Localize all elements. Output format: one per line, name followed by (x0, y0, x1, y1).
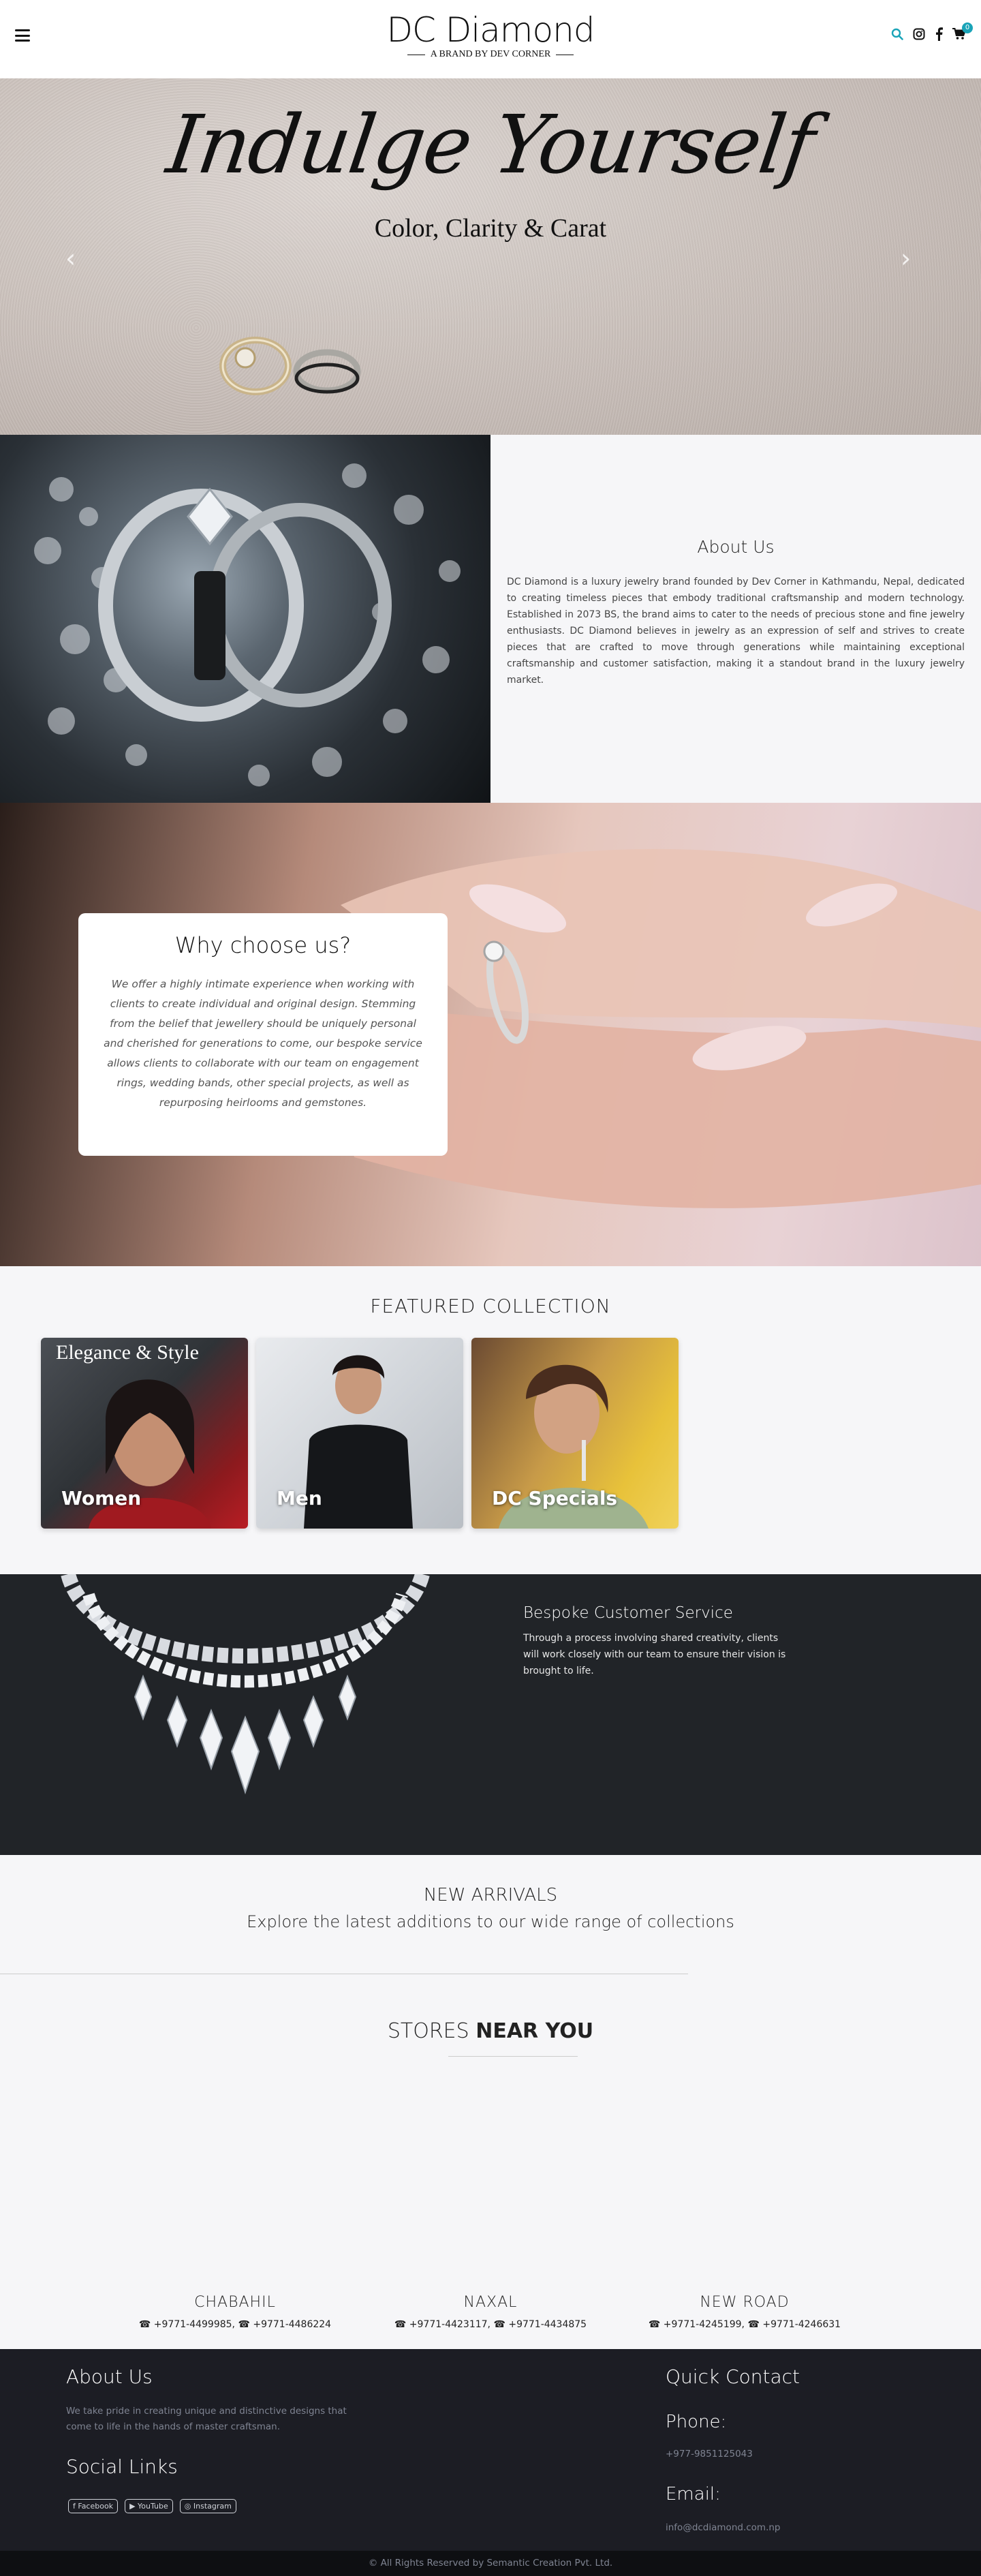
phone-icon: ☎ (394, 2319, 409, 2330)
facebook-link[interactable]: f Facebook (68, 2499, 119, 2513)
header-icons: 0 (891, 22, 973, 41)
about-title: About Us (697, 537, 775, 557)
search-icon[interactable] (891, 28, 903, 40)
store-naxal: NAXAL ☎ +9771-4423117, ☎ +9771-4434875 (354, 2294, 627, 2330)
instagram-link[interactable]: ◎ Instagram (179, 2499, 236, 2513)
hero-title: Indulge Yourself (161, 97, 820, 191)
facebook-icon[interactable] (935, 27, 943, 41)
bespoke-section: Bespoke Customer Service Through a proce… (0, 1574, 981, 1855)
collection-label-dc-specials: DC Specials (492, 1487, 618, 1509)
collection-label-men: Men (277, 1487, 322, 1509)
cart-icon[interactable]: 0 (952, 22, 973, 40)
bespoke-title: Bespoke Customer Service (523, 1604, 733, 1622)
logo-tagline: A BRAND BY DEV CORNER (430, 49, 551, 59)
bespoke-body: Through a process involving shared creat… (523, 1633, 786, 1676)
footer-about-body: We take pride in creating unique and dis… (66, 2406, 347, 2432)
store-phones[interactable]: ☎ +9771-4423117, ☎ +9771-4434875 (354, 2319, 627, 2330)
carousel-prev-icon[interactable]: ‹ (65, 243, 76, 273)
store-phones[interactable]: ☎ +9771-4499985, ☎ +9771-4486224 (99, 2319, 371, 2330)
footer-quick-contact-title: Quick Contact (666, 2365, 800, 2388)
collection-label-women: Women (61, 1487, 142, 1509)
store-phones[interactable]: ☎ +9771-4245199, ☎ +9771-4246631 (608, 2319, 881, 2330)
footer-email[interactable]: info@dcdiamond.com.np (666, 2522, 780, 2533)
cart-count-badge: 0 (962, 22, 973, 33)
stores-title-plain: STORES (387, 2019, 476, 2043)
phone-icon: ☎ (138, 2319, 154, 2330)
new-arrivals-title: NEW ARRIVALS (423, 1885, 558, 1905)
new-arrivals-subtitle: Explore the latest additions to our wide… (247, 1912, 734, 1931)
about-body: DC Diamond is a luxury jewelry brand fou… (507, 577, 965, 686)
store-chabahil: CHABAHIL ☎ +9771-4499985, ☎ +9771-448622… (99, 2294, 371, 2330)
featured-collection-title: FEATURED COLLECTION (370, 1295, 611, 1317)
hero-subtitle: Color, Clarity & Carat (374, 214, 607, 243)
about-section: About Us DC Diamond is a luxury jewelry … (490, 435, 981, 803)
hamburger-icon[interactable] (15, 29, 30, 42)
diamond-necklace-image (61, 1574, 430, 1795)
divider (448, 2056, 578, 2057)
store-new-road: NEW ROAD ☎ +9771-4245199, ☎ +9771-424663… (608, 2294, 881, 2330)
phone-icon: ☎ (648, 2319, 664, 2330)
footer-social-title: Social Links (66, 2455, 178, 2478)
why-title: Why choose us? (174, 932, 352, 958)
why-choose-us-card: Why choose us? We offer a highly intimat… (78, 913, 448, 1156)
logo-tagline-row: A BRAND BY DEV CORNER (354, 49, 627, 60)
footer-about-title: About Us (66, 2365, 153, 2388)
stores-title-bold: NEAR YOU (476, 2019, 594, 2043)
site-header: DC Diamond A BRAND BY DEV CORNER 0 (0, 0, 981, 78)
copyright: © All Rights Reserved by Semantic Creati… (0, 2551, 981, 2576)
site-footer: About Us We take pride in creating uniqu… (0, 2349, 981, 2551)
social-links: f Facebook ▶ YouTube ◎ Instagram (68, 2499, 236, 2513)
store-name: CHABAHIL (194, 2294, 276, 2311)
why-choose-us-section: Why choose us? We offer a highly intimat… (0, 803, 981, 1266)
stores-title: STORES NEAR YOU (0, 2019, 981, 2043)
why-body: We offer a highly intimate experience wh… (104, 978, 422, 1109)
youtube-icon: ▶ (129, 2502, 138, 2511)
store-name: NAXAL (463, 2294, 518, 2311)
brand-logo[interactable]: DC Diamond A BRAND BY DEV CORNER (354, 11, 627, 60)
hero-carousel: Indulge Yourself Color, Clarity & Carat … (0, 78, 981, 435)
instagram-icon[interactable] (913, 28, 925, 40)
store-name: NEW ROAD (700, 2294, 790, 2311)
rings-image (219, 337, 361, 395)
instagram-icon: ◎ (184, 2502, 193, 2511)
youtube-link[interactable]: ▶ YouTube (125, 2499, 173, 2513)
collection-card-dc-specials[interactable]: DC Specials (471, 1338, 679, 1529)
elegance-style-overlay: Elegance & Style (56, 1341, 199, 1364)
about-image (0, 435, 490, 803)
carousel-next-icon[interactable]: › (901, 243, 911, 273)
footer-phone[interactable]: +977-9851125043 (666, 2449, 753, 2459)
collection-card-women[interactable]: Elegance & Style Women (41, 1338, 248, 1529)
footer-email-title: Email: (666, 2484, 721, 2504)
footer-phone-title: Phone: (666, 2412, 727, 2432)
logo-title: DC Diamond (386, 10, 595, 50)
collection-card-men[interactable]: Men (256, 1338, 463, 1529)
